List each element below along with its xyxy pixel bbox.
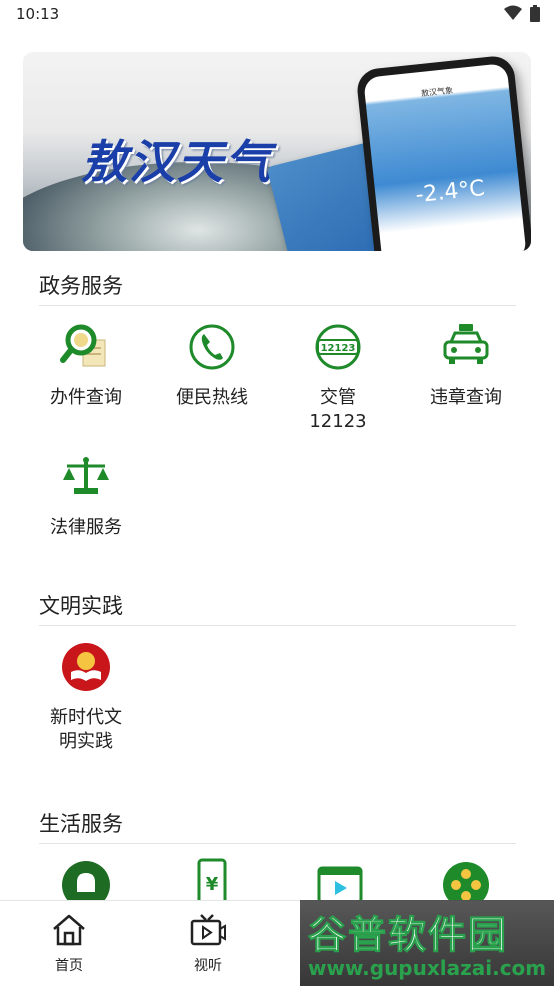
tv-icon: [190, 914, 226, 946]
grid-item-hotline[interactable]: 便民热线: [152, 320, 272, 410]
grid-item-document-query[interactable]: 办件查询: [26, 320, 146, 410]
status-bar: 10:13: [0, 0, 554, 30]
grid-item-label: 办件查询: [50, 387, 122, 408]
grid-item-violation-query[interactable]: 违章查询: [406, 320, 526, 410]
status-time: 10:13: [16, 5, 60, 23]
party-book-icon: [59, 640, 113, 694]
tab-label: 视听: [194, 958, 222, 974]
grid-item-label: 交管 12123: [309, 387, 367, 432]
section-divider: [39, 305, 516, 306]
phone-screen: 敖汉气象 -2.4°C: [363, 63, 527, 251]
battery-icon: [530, 5, 540, 22]
section-title-gov: 政务服务: [39, 274, 123, 298]
tab-home[interactable]: 首页: [29, 913, 109, 975]
tab-audio-visual[interactable]: 视听: [168, 913, 248, 975]
watermark-brand: 谷普软件园: [307, 913, 509, 958]
watermark-overlay: 谷普软件园 www.gupuxlazai.com: [300, 900, 554, 986]
home-icon: [53, 914, 85, 946]
svg-text:¥: ¥: [206, 874, 219, 895]
grid-item-label: 新时代文 明实践: [50, 707, 122, 752]
grid-item-label: 法律服务: [50, 517, 122, 538]
traffic-12123-icon: 12123: [311, 320, 365, 374]
document-search-icon: [59, 320, 113, 374]
weather-banner[interactable]: 敖汉天气 敖汉气象 -2.4°C: [23, 52, 531, 251]
phone-icon: [185, 320, 239, 374]
tab-label: 首页: [55, 958, 83, 974]
phone-screen-title: 敖汉气象: [420, 85, 454, 99]
watermark-url: www.gupuxlazai.com: [308, 956, 547, 980]
section-divider: [39, 625, 516, 626]
scales-icon: [59, 450, 113, 504]
phone-temperature: -2.4°C: [414, 176, 486, 209]
grid-item-traffic-12123[interactable]: 12123 交管 12123: [278, 320, 398, 434]
section-divider: [39, 843, 516, 844]
grid-item-label: 便民热线: [176, 387, 248, 408]
grid-item-label: 违章查询: [430, 387, 502, 408]
phone-mockup: 敖汉气象 -2.4°C: [355, 54, 531, 251]
section-title-life: 生活服务: [39, 812, 123, 836]
wifi-icon: [504, 5, 522, 20]
status-icons: [504, 5, 540, 22]
svg-text:12123: 12123: [321, 343, 356, 354]
banner-title: 敖汉天气: [81, 135, 273, 189]
grid-item-new-era-civilization[interactable]: 新时代文 明实践: [26, 640, 146, 754]
taxi-icon: [439, 320, 493, 374]
grid-item-legal-service[interactable]: 法律服务: [26, 450, 146, 540]
section-title-civilization: 文明实践: [39, 594, 123, 618]
